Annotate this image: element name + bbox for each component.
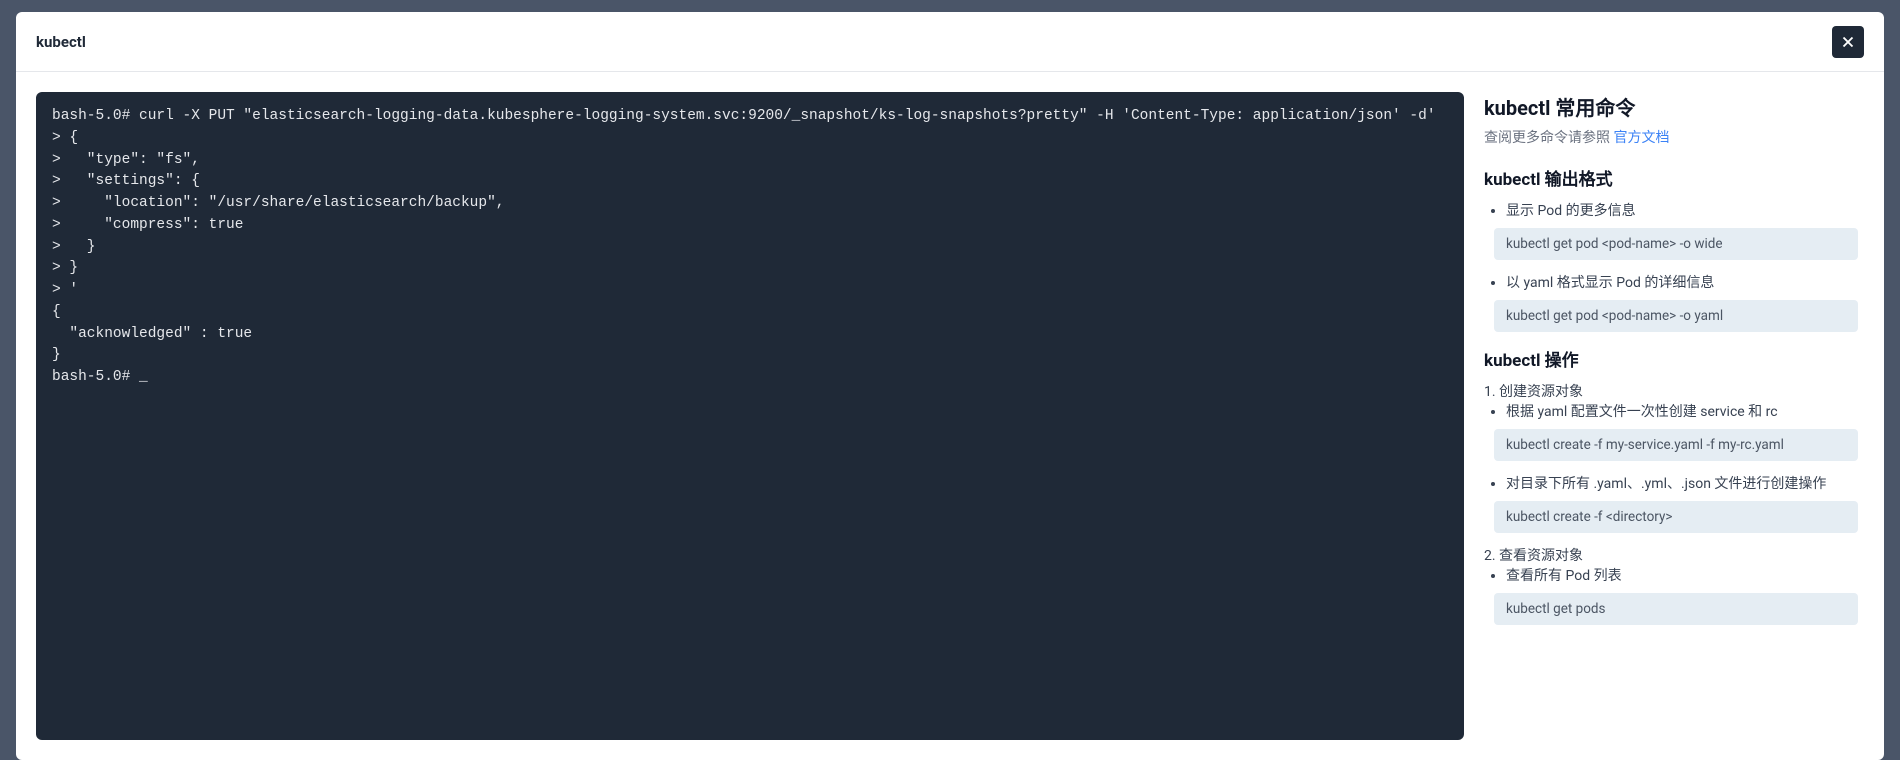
help-subtitle-text: 查阅更多命令请参照 — [1484, 130, 1613, 146]
modal-header: kubectl — [16, 12, 1884, 72]
code-snippet[interactable]: kubectl get pod <pod-name> -o yaml — [1494, 300, 1858, 332]
help-item: 根据 yaml 配置文件一次性创建 service 和 rc kubectl c… — [1484, 401, 1858, 461]
help-item-label: 对目录下所有 .yaml、.yml、.json 文件进行创建操作 — [1506, 473, 1858, 493]
official-docs-link[interactable]: 官方文档 — [1613, 130, 1669, 146]
code-snippet[interactable]: kubectl get pods — [1494, 593, 1858, 625]
code-snippet[interactable]: kubectl create -f <directory> — [1494, 501, 1858, 533]
help-panel[interactable]: kubectl 常用命令 查阅更多命令请参照 官方文档 kubectl 输出格式… — [1484, 92, 1864, 740]
help-item-label: 查看所有 Pod 列表 — [1506, 565, 1858, 585]
help-item-label: 显示 Pod 的更多信息 — [1506, 200, 1858, 220]
help-item-label: 根据 yaml 配置文件一次性创建 service 和 rc — [1506, 401, 1858, 421]
section-heading: kubectl 输出格式 — [1484, 165, 1858, 190]
modal-title: kubectl — [36, 33, 86, 51]
help-subtitle: 查阅更多命令请参照 官方文档 — [1484, 127, 1858, 147]
help-title: kubectl 常用命令 — [1484, 92, 1858, 121]
help-item: 显示 Pod 的更多信息 kubectl get pod <pod-name> … — [1484, 200, 1858, 260]
code-snippet[interactable]: kubectl get pod <pod-name> -o wide — [1494, 228, 1858, 260]
help-item-label: 以 yaml 格式显示 Pod 的详细信息 — [1506, 272, 1858, 292]
help-item: 以 yaml 格式显示 Pod 的详细信息 kubectl get pod <p… — [1484, 272, 1858, 332]
code-snippet[interactable]: kubectl create -f my-service.yaml -f my-… — [1494, 429, 1858, 461]
ordered-heading: 1. 创建资源对象 — [1484, 381, 1858, 401]
terminal-cursor — [139, 369, 148, 385]
section-heading: kubectl 操作 — [1484, 346, 1858, 371]
help-item: 对目录下所有 .yaml、.yml、.json 文件进行创建操作 kubectl… — [1484, 473, 1858, 533]
terminal[interactable]: bash-5.0# curl -X PUT "elasticsearch-log… — [36, 92, 1464, 740]
modal-body: bash-5.0# curl -X PUT "elasticsearch-log… — [16, 72, 1884, 760]
help-item: 查看所有 Pod 列表 kubectl get pods — [1484, 565, 1858, 625]
ordered-heading: 2. 查看资源对象 — [1484, 545, 1858, 565]
close-icon — [1839, 33, 1857, 51]
kubectl-modal: kubectl bash-5.0# curl -X PUT "elasticse… — [16, 12, 1884, 760]
terminal-output: bash-5.0# curl -X PUT "elasticsearch-log… — [52, 108, 1436, 385]
close-button[interactable] — [1832, 26, 1864, 58]
